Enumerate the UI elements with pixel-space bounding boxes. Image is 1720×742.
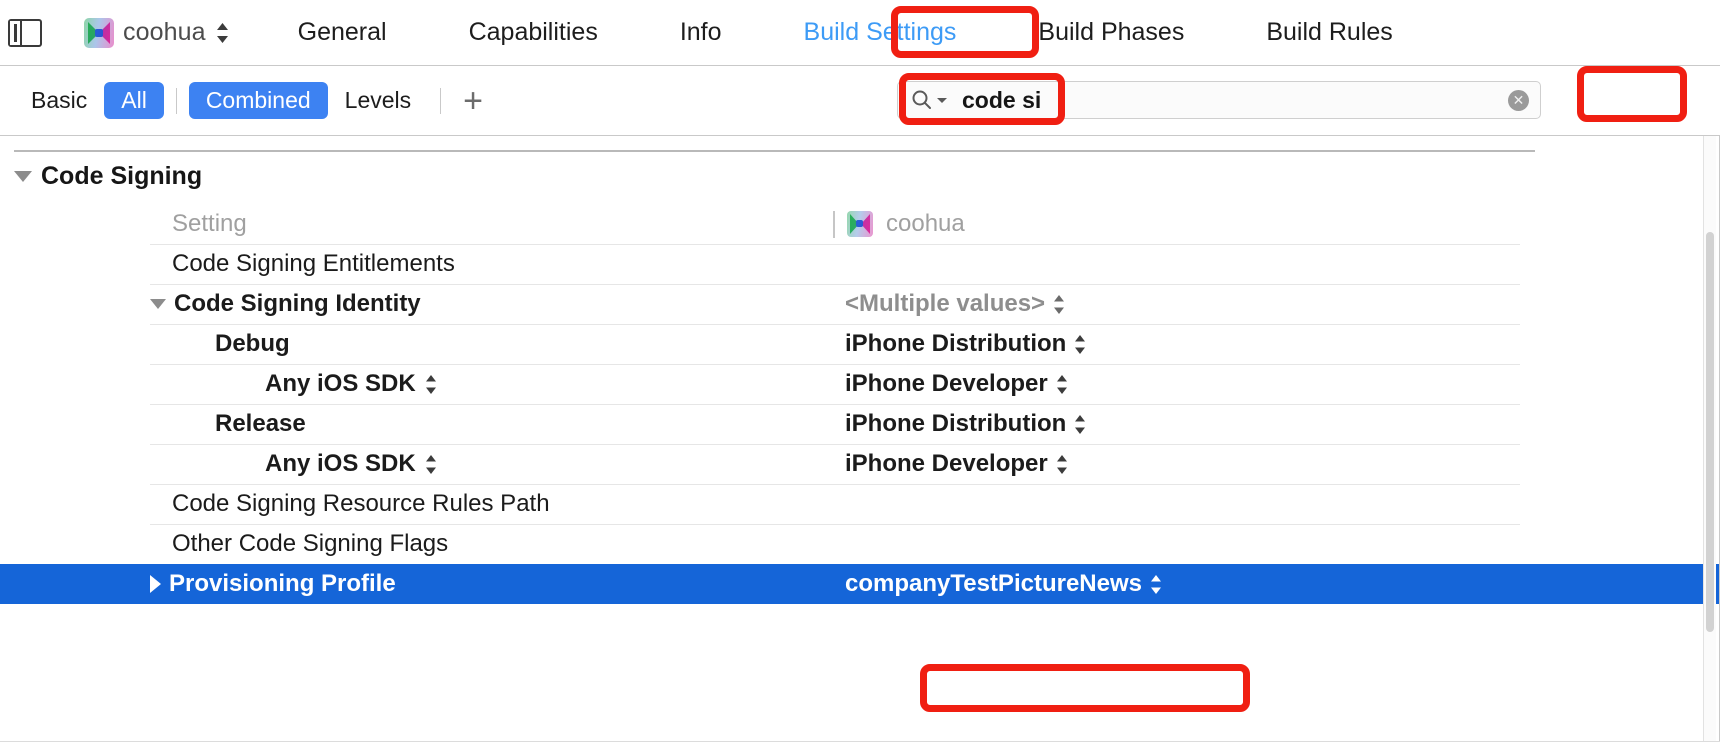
- setting-value[interactable]: iPhone Developer: [845, 450, 1048, 478]
- setting-label: Any iOS SDK: [265, 370, 416, 398]
- build-settings-table: Code Signing Setting coohua Code Signing…: [0, 136, 1720, 742]
- segment-divider-2: [440, 88, 441, 114]
- table-row[interactable]: Any iOS SDK iPhone Developer: [0, 364, 1720, 404]
- search-field-wrapper[interactable]: code si ✕: [897, 81, 1541, 119]
- setting-value[interactable]: companyTestPictureNews: [845, 570, 1142, 598]
- disclosure-triangle-right-icon[interactable]: [150, 575, 161, 593]
- setting-value[interactable]: iPhone Developer: [845, 370, 1048, 398]
- stepper-updown-icon[interactable]: [424, 374, 438, 395]
- tab-general[interactable]: General: [292, 16, 393, 49]
- table-row[interactable]: Code Signing Entitlements: [0, 244, 1720, 284]
- search-input[interactable]: code si: [897, 81, 1541, 119]
- setting-label: Debug: [215, 330, 290, 358]
- segment-levels[interactable]: Levels: [328, 82, 428, 119]
- app-icon: [847, 211, 873, 237]
- table-column-header: Setting coohua: [0, 204, 1720, 244]
- tab-build-rules[interactable]: Build Rules: [1260, 16, 1398, 49]
- tab-build-phases[interactable]: Build Phases: [1032, 16, 1190, 49]
- stepper-updown-icon[interactable]: [1055, 454, 1069, 475]
- editor-pane-toggle-icon[interactable]: [8, 19, 42, 47]
- stepper-updown-icon[interactable]: [1149, 574, 1163, 595]
- table-top-rule: [14, 150, 1535, 152]
- tab-build-settings[interactable]: Build Settings: [798, 16, 963, 49]
- table-row[interactable]: Other Code Signing Flags: [0, 524, 1720, 564]
- chevron-down-icon: [936, 94, 948, 106]
- target-name-label: coohua: [123, 18, 206, 47]
- search-input-value: code si: [962, 87, 1041, 114]
- group-header-code-signing[interactable]: Code Signing: [14, 162, 202, 191]
- segment-all[interactable]: All: [104, 82, 164, 119]
- setting-value[interactable]: iPhone Distribution: [845, 410, 1066, 438]
- segment-divider: [176, 88, 177, 114]
- stepper-updown-icon[interactable]: [1073, 414, 1087, 435]
- stepper-updown-icon[interactable]: [215, 22, 230, 44]
- stepper-updown-icon[interactable]: [1073, 334, 1087, 355]
- table-row[interactable]: Code Signing Identity <Multiple values>: [0, 284, 1720, 324]
- clear-circle-icon[interactable]: ✕: [1508, 90, 1529, 111]
- editor-tab-bar: coohua General Capabilities Info Build S…: [0, 0, 1720, 66]
- setting-value[interactable]: iPhone Distribution: [845, 330, 1066, 358]
- segment-combined[interactable]: Combined: [189, 82, 328, 119]
- setting-value[interactable]: <Multiple values>: [845, 290, 1045, 318]
- tab-capabilities[interactable]: Capabilities: [463, 16, 604, 49]
- table-row[interactable]: Code Signing Resource Rules Path: [0, 484, 1720, 524]
- table-row[interactable]: Any iOS SDK iPhone Developer: [0, 444, 1720, 484]
- stepper-updown-icon[interactable]: [1052, 294, 1066, 315]
- setting-label: Any iOS SDK: [265, 450, 416, 478]
- vertical-scrollbar[interactable]: [1703, 136, 1716, 742]
- setting-label: Release: [215, 410, 306, 438]
- setting-label: Provisioning Profile: [169, 570, 396, 598]
- table-row[interactable]: Release iPhone Distribution: [0, 404, 1720, 444]
- stepper-updown-icon[interactable]: [1055, 374, 1069, 395]
- table-rows: Setting coohua Code Signing Entitlements…: [0, 204, 1720, 604]
- column-header-target: coohua: [886, 210, 965, 238]
- stepper-updown-icon[interactable]: [424, 454, 438, 475]
- setting-label: Code Signing Identity: [174, 290, 421, 318]
- build-settings-filter-bar: Basic All Combined Levels + code si ✕ 图1…: [0, 66, 1720, 136]
- disclosure-triangle-down-icon[interactable]: [14, 171, 32, 182]
- vertical-scrollbar-thumb[interactable]: [1706, 232, 1714, 632]
- plus-icon[interactable]: +: [453, 84, 493, 118]
- target-selector[interactable]: coohua: [84, 18, 230, 48]
- segment-basic[interactable]: Basic: [14, 82, 104, 119]
- group-title: Code Signing: [41, 162, 202, 191]
- scope-segmented-control: Basic All Combined Levels +: [14, 82, 493, 119]
- setting-label: Code Signing Resource Rules Path: [172, 490, 550, 518]
- setting-label: Other Code Signing Flags: [172, 530, 448, 558]
- table-row-selected[interactable]: Provisioning Profile companyTestPictureN…: [0, 564, 1720, 604]
- app-icon: [84, 18, 114, 48]
- column-header-setting: Setting: [172, 210, 247, 238]
- tab-info[interactable]: Info: [674, 16, 728, 49]
- setting-label: Code Signing Entitlements: [172, 250, 455, 278]
- table-row[interactable]: Debug iPhone Distribution: [0, 324, 1720, 364]
- disclosure-triangle-down-icon[interactable]: [150, 299, 166, 309]
- search-magnifier-icon[interactable]: [910, 88, 948, 112]
